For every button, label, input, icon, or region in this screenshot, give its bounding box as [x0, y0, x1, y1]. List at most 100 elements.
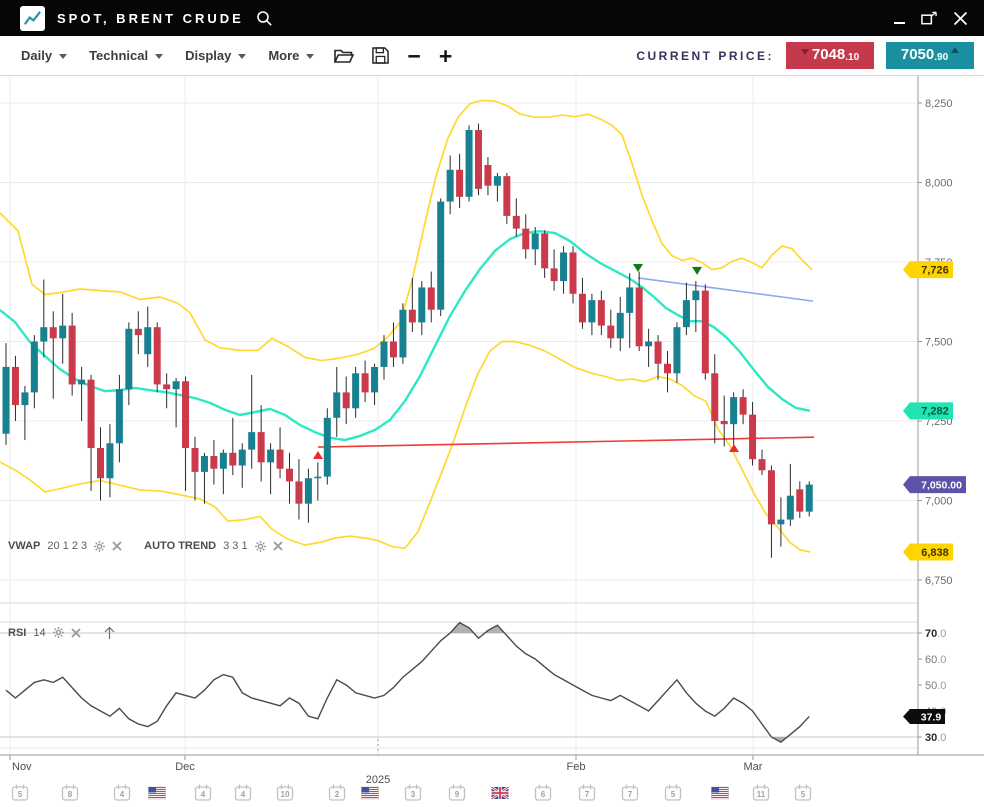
chart-area[interactable]: 8,2508,0007,7507,5007,2507,0006,75070.06… — [0, 76, 984, 807]
candle-body-up — [239, 450, 246, 466]
candle-body-up — [173, 381, 180, 389]
rsi-tick-label: 60.0 — [925, 654, 946, 666]
menu-technical[interactable]: Technical — [78, 43, 174, 68]
candle-body-up — [352, 373, 359, 408]
auto-trendline[interactable] — [638, 278, 813, 301]
calendar-day: 4 — [241, 790, 246, 799]
save-icon[interactable] — [363, 43, 398, 68]
calendar-event-icon[interactable]: 5 — [13, 785, 28, 801]
candle-body-up — [106, 443, 113, 478]
candle-body-down — [456, 170, 463, 197]
candle-body-down — [513, 216, 520, 229]
candle-body-up — [588, 300, 595, 322]
candle — [135, 311, 142, 354]
candle-body-up — [40, 327, 47, 341]
candle-body-down — [598, 300, 605, 325]
rsi-value-tag-text: 37.9 — [921, 711, 942, 723]
zoom-out-button[interactable]: − — [398, 43, 429, 69]
candle-body-up — [31, 341, 38, 392]
candle — [295, 459, 302, 519]
calendar-event-icon[interactable]: 8 — [63, 785, 78, 801]
candle-body-down — [295, 481, 302, 503]
calendar-event-icon[interactable]: 4 — [196, 785, 211, 801]
calendar-event-icon[interactable]: 11 — [754, 785, 769, 801]
candle-body-down — [607, 326, 614, 339]
close-button[interactable] — [953, 10, 968, 26]
rsi-value-tag: 37.9 — [903, 709, 945, 724]
candle — [106, 424, 113, 497]
candle — [267, 443, 274, 494]
candle — [673, 322, 680, 382]
calendar-event-icon[interactable]: 10 — [278, 785, 293, 801]
us-flag-event-icon[interactable] — [712, 787, 729, 799]
open-folder-icon[interactable] — [325, 44, 363, 68]
menu-display[interactable]: Display — [174, 43, 257, 68]
flag-canton — [149, 787, 157, 793]
us-flag-event-icon[interactable] — [149, 787, 166, 799]
candle — [182, 376, 189, 490]
calendar-event-icon[interactable]: 9 — [450, 785, 465, 801]
menu-more[interactable]: More — [257, 43, 325, 68]
candle-body-up — [381, 341, 388, 366]
candle-body-down — [636, 287, 643, 346]
auto-trend-settings-gear-icon[interactable] — [255, 541, 266, 552]
candle — [570, 246, 577, 303]
uk-flag-event-icon[interactable] — [492, 787, 509, 799]
rsi-settings-gear-icon[interactable] — [53, 627, 64, 638]
calendar-event-icon[interactable]: 2 — [330, 785, 345, 801]
triangle-down-marker[interactable] — [692, 267, 702, 275]
candle-body-down — [192, 448, 199, 472]
candle — [428, 272, 435, 323]
candle-body-down — [362, 373, 369, 392]
candle — [144, 307, 151, 367]
price-tag: 6,838 — [903, 544, 953, 561]
auto-trend-remove-icon[interactable] — [273, 541, 283, 551]
chevron-down-icon — [59, 54, 67, 59]
current-price-label: CURRENT PRICE: — [636, 49, 774, 63]
search-icon[interactable] — [256, 10, 273, 27]
calendar-event-icon[interactable]: 4 — [236, 785, 251, 801]
candle — [277, 427, 284, 478]
triangle-up-marker[interactable] — [313, 451, 323, 459]
price-tick-label: 8,000 — [925, 177, 953, 189]
menu-timeframe[interactable]: Daily — [10, 43, 78, 68]
price-chart-canvas[interactable]: 8,2508,0007,7507,5007,2507,0006,75070.06… — [0, 76, 984, 807]
bid-price-badge[interactable]: 7048 .10 — [786, 42, 874, 69]
vwap-remove-icon[interactable] — [112, 541, 122, 551]
calendar-event-icon[interactable]: 7 — [623, 785, 638, 801]
candle — [655, 335, 662, 380]
calendar-day: 6 — [541, 790, 546, 799]
popout-button[interactable] — [921, 10, 937, 26]
candle — [759, 450, 766, 475]
rsi-move-up-arrow-icon[interactable] — [102, 625, 117, 640]
calendar-event-icon[interactable]: 6 — [536, 785, 551, 801]
candle-body-up — [645, 341, 652, 346]
calendar-day: 11 — [757, 790, 766, 799]
ask-price-badge[interactable]: 7050 .90 — [886, 42, 974, 69]
triangle-down-marker[interactable] — [633, 264, 643, 272]
year-label: 2025 — [366, 774, 390, 786]
candle-body-down — [88, 380, 95, 448]
candle-body-down — [343, 392, 350, 408]
candle-body-up — [777, 520, 784, 525]
calendar-event-icon[interactable]: 5 — [796, 785, 811, 801]
calendar-event-icon[interactable]: 4 — [115, 785, 130, 801]
flag-stripe — [149, 795, 166, 796]
calendar-day: 8 — [68, 790, 73, 799]
zoom-in-button[interactable]: + — [430, 43, 461, 69]
current-price-cluster: CURRENT PRICE: 7048 .10 7050 .90 — [636, 42, 974, 69]
calendar-event-icon[interactable]: 7 — [580, 785, 595, 801]
candle — [494, 173, 501, 202]
candle — [192, 437, 199, 501]
candle-body-up — [144, 327, 151, 354]
support-trendline[interactable] — [318, 437, 814, 447]
calendar-event-icon[interactable]: 3 — [406, 785, 421, 801]
rsi-remove-icon[interactable] — [71, 628, 81, 638]
calendar-event-icon[interactable]: 5 — [666, 785, 681, 801]
candle — [50, 311, 57, 398]
us-flag-event-icon[interactable] — [362, 787, 379, 799]
candle — [21, 386, 28, 440]
candle-body-up — [730, 397, 737, 424]
minimize-button[interactable] — [894, 10, 905, 26]
vwap-settings-gear-icon[interactable] — [94, 541, 105, 552]
